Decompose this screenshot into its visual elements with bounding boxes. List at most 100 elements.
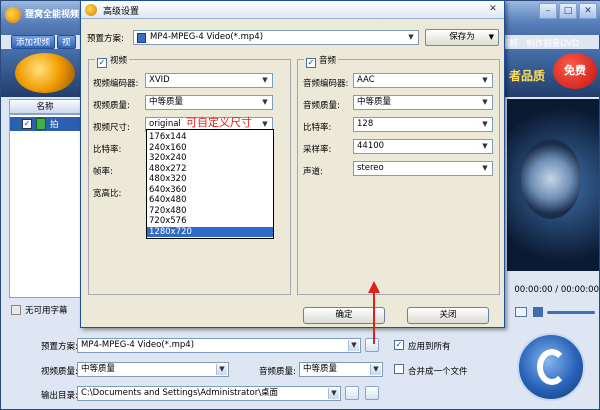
size-option[interactable]: 240x160 bbox=[147, 143, 273, 154]
chevron-down-icon: ▼ bbox=[262, 76, 268, 84]
film-reel-logo-icon bbox=[15, 53, 75, 93]
file-list-header-name[interactable]: 名称 bbox=[9, 99, 81, 114]
chevron-down-icon: ▼ bbox=[408, 33, 414, 41]
preview-disc-image bbox=[521, 139, 581, 219]
pause-icon[interactable] bbox=[515, 307, 527, 317]
audio-encoder-value: AAC bbox=[357, 75, 375, 85]
file-name: 拍摄.mp bbox=[50, 120, 75, 142]
audio-enable-checkbox[interactable]: ✓ bbox=[306, 58, 316, 68]
merge-checkbox[interactable] bbox=[394, 364, 404, 374]
menu-right: 视频 制作刻录DVD bbox=[495, 37, 579, 49]
chevron-down-icon: ▼ bbox=[482, 142, 488, 150]
size-annotation: 可自定义尺寸 bbox=[186, 116, 252, 129]
annotation-arrow bbox=[373, 290, 375, 344]
banner-slogan: 者品质 bbox=[509, 69, 546, 83]
playback-time: 00:00:00 / 00:00:00 bbox=[514, 285, 599, 295]
advanced-settings-dialog: 高级设置 ✕ 预置方案: MP4-MPEG-4 Video(*.mp4) ▼ 保… bbox=[80, 0, 505, 328]
size-option[interactable]: 176x144 bbox=[147, 132, 273, 143]
save-as-button[interactable]: 保存为 ▼ bbox=[425, 29, 499, 46]
audio-group-header[interactable]: ✓ 音频 bbox=[304, 54, 339, 68]
audio-encoder-select[interactable]: AAC ▼ bbox=[353, 73, 493, 88]
video-quality-select[interactable]: 中等质量 ▼ bbox=[145, 95, 273, 110]
volume-slider[interactable] bbox=[547, 311, 595, 314]
add-video-button[interactable]: 添加视频 bbox=[11, 35, 56, 49]
maximize-icon[interactable]: □ bbox=[559, 3, 577, 19]
subtitle-icon bbox=[11, 305, 21, 315]
video-enable-checkbox[interactable]: ✓ bbox=[97, 58, 107, 68]
audio-samplerate-value: 44100 bbox=[357, 141, 385, 151]
bottom-preset-select[interactable]: MP4-MPEG-4 Video(*.mp4) ▼ bbox=[77, 338, 361, 353]
video-size-dropdown-list[interactable]: 176x144 240x160 320x240 480x272 480x320 640x3… bbox=[146, 129, 274, 239]
convert-button[interactable] bbox=[517, 333, 585, 401]
size-option[interactable]: 480x320 bbox=[147, 174, 273, 185]
bottom-video-quality-select[interactable]: 中等质量 ▼ bbox=[77, 362, 229, 377]
dialog-title-bar: 高级设置 ✕ bbox=[81, 1, 504, 19]
open-folder-icon[interactable] bbox=[365, 386, 379, 400]
close-button[interactable]: 关闭 bbox=[407, 307, 489, 324]
free-badge: 免费 bbox=[553, 53, 597, 89]
chevron-down-icon: ▼ bbox=[328, 388, 339, 399]
bottom-audio-quality-select[interactable]: 中等质量 ▼ bbox=[299, 362, 383, 377]
dialog-close-icon[interactable]: ✕ bbox=[486, 3, 500, 16]
video-quality-value: 中等质量 bbox=[149, 97, 184, 107]
size-option[interactable]: 320x240 bbox=[147, 153, 273, 164]
video-encoder-value: XVID bbox=[149, 75, 170, 85]
bottom-audio-quality-value: 中等质量 bbox=[303, 364, 338, 374]
app-logo-icon bbox=[5, 7, 21, 23]
player-controls bbox=[507, 305, 599, 319]
output-dir-field[interactable]: C:\Documents and Settings\Administrator\… bbox=[77, 386, 341, 401]
video-quality-label: 视频质量: bbox=[93, 101, 130, 111]
minimize-icon[interactable]: – bbox=[539, 3, 557, 19]
chevron-down-icon: ▼ bbox=[482, 120, 488, 128]
bottom-video-quality-label: 视频质量: bbox=[41, 367, 78, 377]
video-framerate-label: 帧率: bbox=[93, 167, 113, 177]
chevron-down-icon: ▼ bbox=[262, 98, 268, 106]
video-menu-button[interactable]: 视 bbox=[57, 35, 76, 49]
video-preview bbox=[507, 99, 599, 271]
video-size-label: 视频尺寸: bbox=[93, 123, 130, 133]
burn-dvd-menu-item[interactable]: 制作刻录DVD bbox=[526, 39, 579, 49]
subtitle-label: 无可用字幕 bbox=[25, 306, 68, 316]
close-icon[interactable]: ✕ bbox=[579, 3, 597, 19]
size-option[interactable]: 720x576 bbox=[147, 216, 273, 227]
audio-channel-value: stereo bbox=[357, 163, 384, 173]
audio-bitrate-select[interactable]: 128 ▼ bbox=[353, 117, 493, 132]
audio-samplerate-select[interactable]: 44100 ▼ bbox=[353, 139, 493, 154]
dialog-preset-select[interactable]: MP4-MPEG-4 Video(*.mp4) ▼ bbox=[133, 30, 419, 45]
audio-channel-label: 声道: bbox=[303, 167, 323, 177]
video-encoder-select[interactable]: XVID ▼ bbox=[145, 73, 273, 88]
size-option[interactable]: 1280x720 bbox=[147, 226, 273, 237]
save-as-label: 保存为 bbox=[449, 32, 475, 42]
main-menu-bar: 添加视频视 bbox=[11, 35, 78, 49]
video-size-value: original bbox=[149, 119, 181, 129]
video-format-icon bbox=[137, 33, 146, 43]
bottom-audio-quality-label: 音频质量: bbox=[259, 367, 296, 377]
video-bitrate-label: 比特率: bbox=[93, 145, 122, 155]
preset-settings-icon[interactable] bbox=[365, 338, 379, 352]
main-window-title: 狸窝全能视频 bbox=[25, 10, 80, 20]
chevron-down-icon: ▼ bbox=[488, 33, 494, 41]
audio-quality-select[interactable]: 中等质量 ▼ bbox=[353, 95, 493, 110]
size-option[interactable]: 720x480 bbox=[147, 206, 273, 217]
chevron-down-icon: ▼ bbox=[216, 364, 227, 375]
output-dir-label: 输出目录: bbox=[41, 391, 78, 401]
size-option[interactable]: 640x360 bbox=[147, 185, 273, 196]
volume-icon[interactable] bbox=[533, 307, 543, 317]
chevron-down-icon: ▼ bbox=[482, 76, 488, 84]
apply-all-checkbox[interactable]: ✓ bbox=[394, 340, 404, 350]
audio-quality-label: 音频质量: bbox=[303, 101, 340, 111]
video-aspect-label: 宽高比: bbox=[93, 189, 122, 199]
video-group-header[interactable]: ✓ 视频 bbox=[95, 54, 130, 68]
file-list[interactable]: ✓ 拍摄.mp bbox=[9, 114, 81, 298]
subtitle-selector[interactable]: 无可用字幕 bbox=[9, 303, 81, 317]
chevron-down-icon: ▼ bbox=[348, 340, 359, 351]
size-option[interactable]: 480x272 bbox=[147, 164, 273, 175]
folder-icon[interactable] bbox=[345, 386, 359, 400]
audio-channel-select[interactable]: stereo ▼ bbox=[353, 161, 493, 176]
size-option[interactable]: 640x480 bbox=[147, 195, 273, 206]
video-encoder-label: 视频编码器: bbox=[93, 79, 139, 89]
chevron-down-icon: ▼ bbox=[482, 164, 488, 172]
chevron-down-icon: ▼ bbox=[370, 364, 381, 375]
file-list-item[interactable]: ✓ 拍摄.mp bbox=[10, 117, 80, 142]
file-checkbox[interactable]: ✓ bbox=[22, 119, 32, 129]
